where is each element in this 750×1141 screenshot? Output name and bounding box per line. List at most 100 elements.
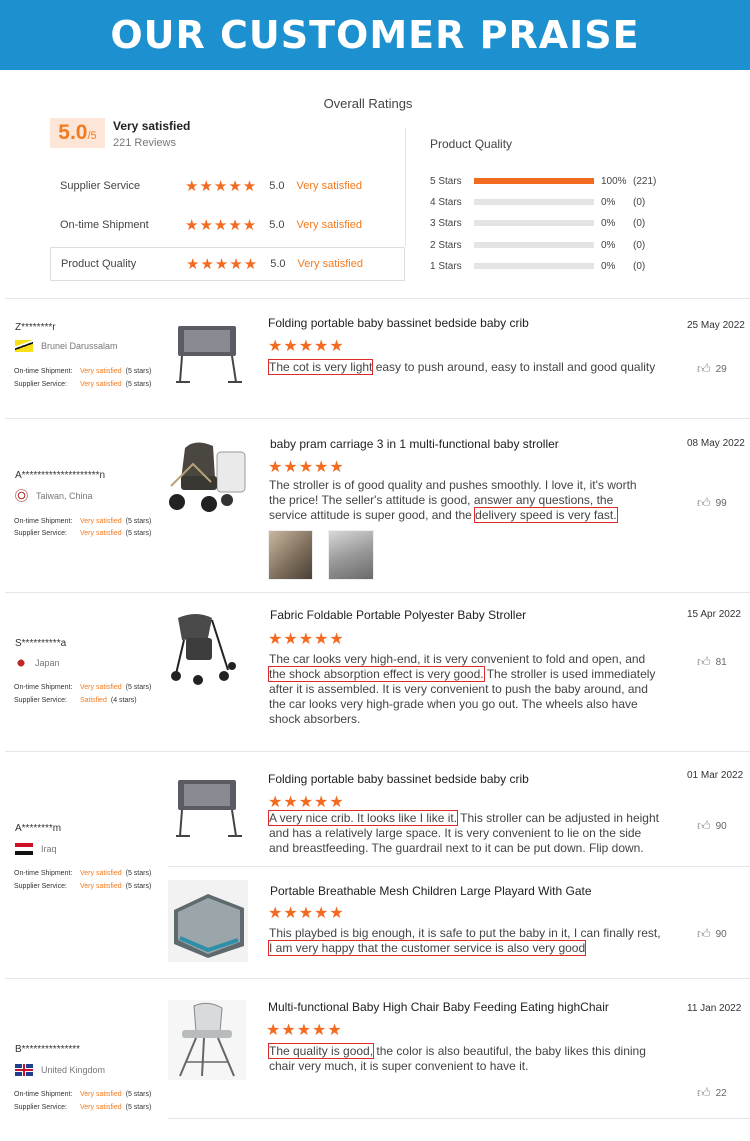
highlighted-text: The cot is very light — [267, 359, 374, 375]
distribution-bar — [474, 263, 594, 269]
reviewer-country: Taiwan, China — [15, 489, 93, 502]
review-stars: ★★★★★ — [266, 1022, 343, 1039]
emblem-icon — [15, 489, 28, 502]
meta-value: Very satisfied — [80, 368, 122, 375]
thumbs-up-icon: 👍︎ — [697, 818, 711, 833]
meta-value: Very satisfied — [80, 518, 122, 525]
like-count: 22 — [715, 1087, 727, 1099]
thumbs-up-icon: 👍︎ — [697, 1085, 711, 1100]
meta-stars: (5 stars) — [125, 1104, 152, 1111]
meta-label: Supplier Service: — [14, 530, 67, 537]
like-button[interactable]: 👍︎ 29 — [697, 361, 727, 377]
reviewer-country: Japan — [15, 657, 60, 669]
like-count: 90 — [715, 928, 727, 940]
country-name: Japan — [35, 658, 60, 668]
distribution-percent: 0% — [601, 217, 616, 229]
text-span: The car looks very high-end, it is very … — [269, 652, 646, 666]
rating-row-quality[interactable]: Product Quality ★★★★★ 5.0 Very satisfied — [50, 247, 405, 281]
distribution-percent: 0% — [601, 196, 616, 208]
japan-flag-icon — [15, 657, 27, 669]
distribution-count: (221) — [633, 175, 657, 187]
star-rating: ★★★★★ — [185, 178, 258, 195]
meta-label: On-time Shipment: — [14, 368, 73, 375]
rating-status: Very satisfied — [297, 258, 363, 270]
review-photo[interactable] — [328, 530, 374, 580]
meta-stars: (5 stars) — [125, 1091, 152, 1098]
review-stars: ★★★★★ — [268, 794, 345, 811]
rating-status: Very satisfied — [296, 219, 362, 231]
product-title[interactable]: Fabric Foldable Portable Polyester Baby … — [270, 608, 526, 622]
meta-stars: (4 stars) — [110, 697, 137, 704]
star-level-label: 3 Stars — [430, 217, 462, 229]
text-span: easy to push around, easy to install and… — [372, 360, 656, 374]
meta-label: On-time Shipment: — [14, 870, 73, 877]
highlighted-text: the shock absorption effect is very good… — [268, 666, 485, 682]
star-distribution-row: 5 Stars 100% (221) — [430, 174, 670, 188]
distribution-count: (0) — [633, 217, 646, 229]
meta-value: Very satisfied — [80, 530, 122, 537]
star-distribution-row: 4 Stars 0% (0) — [430, 195, 670, 209]
like-button[interactable]: 👍︎ 81 — [697, 654, 727, 670]
product-quality-title: Product Quality — [430, 137, 513, 151]
meta-value: Very satisfied — [80, 1104, 122, 1111]
star-distribution-row: 1 Stars 0% (0) — [430, 259, 670, 273]
distribution-bar — [474, 242, 594, 248]
stroller-image[interactable] — [168, 610, 243, 688]
divider — [5, 418, 750, 419]
meta-label: Supplier Service: — [14, 381, 67, 388]
star-level-label: 2 Stars — [430, 239, 462, 251]
shipment-meta: On-time Shipment: Very satisfied (5 stars) — [14, 1091, 151, 1098]
review-stars: ★★★★★ — [268, 459, 345, 476]
review-date: 15 Apr 2022 — [687, 609, 741, 620]
meta-value: Satisfied — [80, 697, 107, 704]
review-stars: ★★★★★ — [268, 631, 345, 648]
pram-image[interactable] — [165, 436, 250, 516]
product-title[interactable]: baby pram carriage 3 in 1 multi-function… — [270, 437, 559, 451]
highlighted-text: delivery speed is very fast. — [474, 507, 618, 523]
playard-image[interactable] — [168, 880, 248, 962]
star-level-label: 1 Stars — [430, 260, 462, 272]
rating-value: 5.0 — [269, 219, 285, 231]
divider — [5, 751, 750, 752]
review-date: 11 Jan 2022 — [687, 1003, 742, 1014]
reviewer-name: A********************n — [15, 470, 106, 481]
shipment-meta: On-time Shipment: Very satisfied (5 stars) — [14, 684, 151, 691]
meta-label: On-time Shipment: — [14, 1091, 73, 1098]
star-level-label: 4 Stars — [430, 196, 462, 208]
product-title[interactable]: Folding portable baby bassinet bedside b… — [268, 316, 529, 330]
brunei-flag-icon — [15, 340, 33, 352]
meta-label: On-time Shipment: — [14, 518, 73, 525]
reviewer-country: Brunei Darussalam — [15, 340, 118, 352]
like-button[interactable]: 👍︎ 90 — [697, 926, 727, 942]
product-title[interactable]: Portable Breathable Mesh Children Large … — [270, 884, 592, 898]
meta-value: Very satisfied — [80, 883, 122, 890]
product-title[interactable]: Multi-functional Baby High Chair Baby Fe… — [268, 1000, 609, 1014]
review-text: The car looks very high-end, it is very … — [268, 652, 659, 727]
like-button[interactable]: 👍︎ 22 — [697, 1085, 727, 1101]
reviewer-name: Z********r — [15, 322, 56, 333]
like-button[interactable]: 👍︎ 99 — [697, 495, 727, 511]
review-stars: ★★★★★ — [268, 905, 345, 922]
like-button[interactable]: 👍︎ 90 — [697, 818, 727, 834]
divider — [405, 128, 406, 246]
meta-stars: (5 stars) — [125, 368, 152, 375]
divider — [5, 298, 750, 299]
distribution-bar-fill — [474, 178, 594, 184]
review-date: 08 May 2022 — [687, 438, 745, 449]
bassinet-image[interactable] — [170, 772, 245, 844]
like-count: 90 — [715, 820, 727, 832]
review-text: The cot is very light easy to push aroun… — [267, 359, 664, 375]
review-photo[interactable] — [268, 530, 313, 580]
high-chair-image[interactable] — [168, 1000, 246, 1080]
like-count: 29 — [715, 363, 727, 375]
thumbs-up-icon: 👍︎ — [697, 495, 711, 510]
product-title[interactable]: Folding portable baby bassinet bedside b… — [268, 772, 529, 786]
rating-label: On-time Shipment — [60, 219, 149, 231]
bassinet-image[interactable] — [170, 318, 245, 390]
overall-satisfaction: Very satisfied — [113, 119, 191, 133]
shipment-meta: On-time Shipment: Very satisfied (5 stars) — [14, 870, 151, 877]
divider — [5, 978, 750, 979]
country-name: Brunei Darussalam — [41, 341, 118, 351]
country-name: Iraq — [41, 844, 57, 854]
header-banner: OUR CUSTOMER PRAISE — [0, 0, 750, 70]
